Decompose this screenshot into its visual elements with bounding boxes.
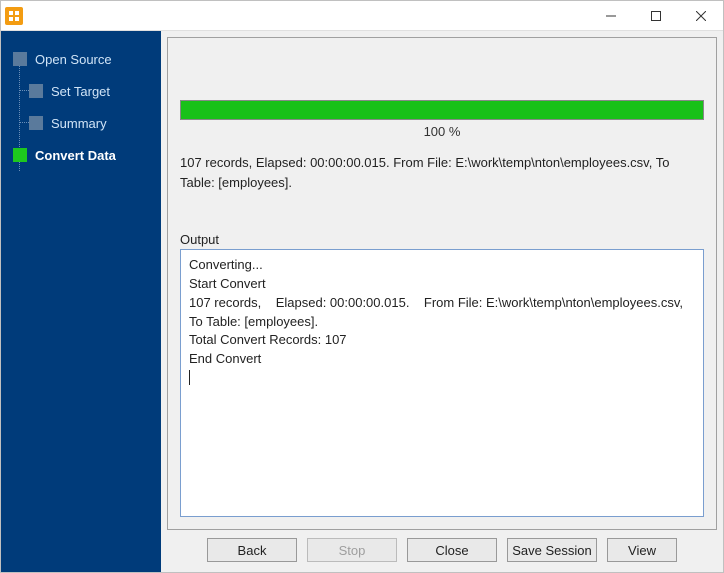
wizard-sidebar: Open Source Set Target Summary Convert D… xyxy=(1,31,161,572)
close-button[interactable]: Close xyxy=(407,538,497,562)
sidebar-item-label: Open Source xyxy=(35,52,112,67)
text-caret xyxy=(189,370,190,385)
output-content: Converting... Start Convert 107 records,… xyxy=(189,257,694,366)
sidebar-item-label: Set Target xyxy=(51,84,110,99)
button-row: Back Stop Close Save Session View xyxy=(167,530,717,566)
output-label: Output xyxy=(180,232,704,247)
step-box-icon xyxy=(13,52,27,66)
stop-button: Stop xyxy=(307,538,397,562)
app-icon xyxy=(5,7,23,25)
titlebar xyxy=(1,1,723,31)
button-label: Save Session xyxy=(512,543,592,558)
status-text: 107 records, Elapsed: 00:00:00.015. From… xyxy=(180,153,704,192)
close-icon xyxy=(696,11,706,21)
button-label: Stop xyxy=(339,543,366,558)
titlebar-buttons xyxy=(588,1,723,30)
progress-section: 100 % xyxy=(180,100,704,139)
step-box-icon xyxy=(13,148,27,162)
step-box-icon xyxy=(29,84,43,98)
save-session-button[interactable]: Save Session xyxy=(507,538,597,562)
progress-percent-label: 100 % xyxy=(180,124,704,139)
minimize-icon xyxy=(606,11,616,21)
back-button[interactable]: Back xyxy=(207,538,297,562)
view-button[interactable]: View xyxy=(607,538,677,562)
body-area: Open Source Set Target Summary Convert D… xyxy=(1,31,723,572)
content-panel: 100 % 107 records, Elapsed: 00:00:00.015… xyxy=(167,37,717,530)
sidebar-item-set-target[interactable]: Set Target xyxy=(1,75,161,107)
main-panel: 100 % 107 records, Elapsed: 00:00:00.015… xyxy=(161,31,723,572)
sidebar-item-label: Summary xyxy=(51,116,107,131)
maximize-icon xyxy=(651,11,661,21)
sidebar-item-label: Convert Data xyxy=(35,148,116,163)
button-label: Back xyxy=(238,543,267,558)
minimize-button[interactable] xyxy=(588,1,633,30)
step-box-icon xyxy=(29,116,43,130)
sidebar-item-open-source[interactable]: Open Source xyxy=(1,43,161,75)
progress-bar xyxy=(180,100,704,120)
output-log[interactable]: Converting... Start Convert 107 records,… xyxy=(180,249,704,517)
sidebar-item-summary[interactable]: Summary xyxy=(1,107,161,139)
button-label: Close xyxy=(435,543,468,558)
titlebar-left xyxy=(1,7,23,25)
sidebar-item-convert-data[interactable]: Convert Data xyxy=(1,139,161,171)
button-label: View xyxy=(628,543,656,558)
progress-bar-fill xyxy=(181,101,703,119)
window-close-button[interactable] xyxy=(678,1,723,30)
maximize-button[interactable] xyxy=(633,1,678,30)
